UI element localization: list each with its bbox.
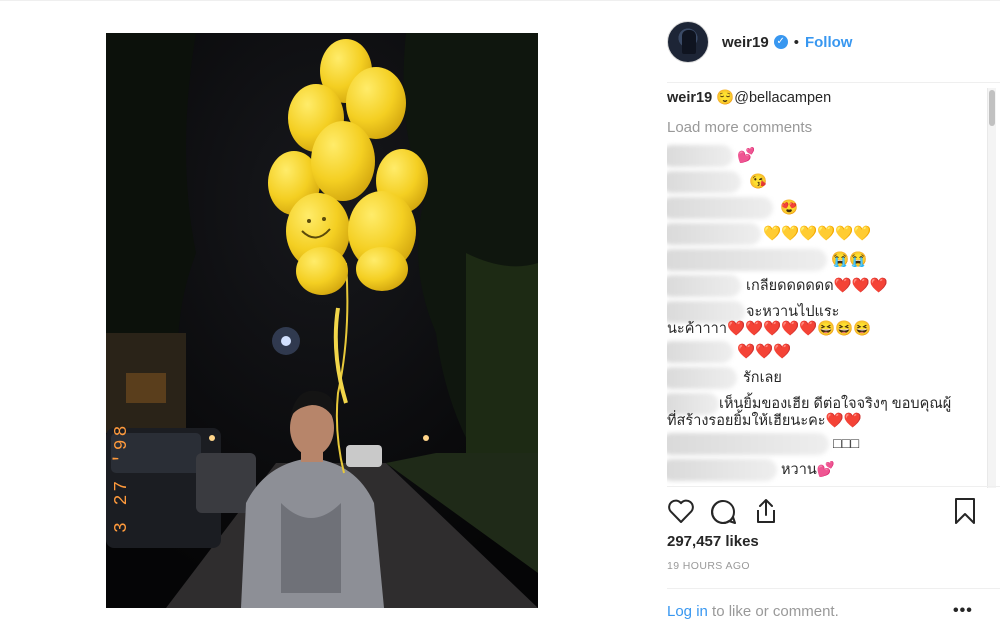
photo-date-stamp: 3 27 '98 <box>112 423 132 533</box>
separator-dot: • <box>793 33 799 51</box>
comment-row: หวาน💕 <box>667 457 985 483</box>
comment-text: นะค้าาาา❤️❤️❤️❤️❤️😆😆😆 <box>667 321 872 337</box>
divider <box>667 82 1000 83</box>
blurred-username <box>667 223 761 245</box>
comment-text: 😍 <box>780 200 799 216</box>
login-prompt-text: to like or comment. <box>707 603 839 620</box>
bookmark-icon[interactable] <box>953 497 977 525</box>
action-bar <box>667 496 977 528</box>
caption-username[interactable]: weir19 <box>667 90 712 106</box>
comment-icon[interactable] <box>709 498 737 526</box>
comment-text: □□□ <box>833 436 860 452</box>
post-photo[interactable]: 3 27 '98 <box>106 33 538 608</box>
comment-row: □□□ <box>667 431 985 457</box>
divider <box>667 588 1000 589</box>
login-prompt: Log in to like or comment. <box>667 603 839 620</box>
verified-badge-icon: ✓ <box>773 35 788 49</box>
comment-text: 😭😭 <box>831 252 868 268</box>
comment-text: เกลียดดดดดด❤️❤️❤️ <box>746 278 888 294</box>
comment-text: รักเลย <box>743 370 782 386</box>
comment-row: 💕 <box>667 143 985 169</box>
heart-icon[interactable] <box>667 498 695 524</box>
comment-row: เกลียดดดดดด❤️❤️❤️ <box>667 273 985 299</box>
caption: weir19 😌@bellacampen <box>667 89 985 107</box>
blurred-username <box>667 367 737 389</box>
blurred-username <box>667 341 733 363</box>
avatar[interactable] <box>667 21 709 63</box>
blurred-username <box>667 171 741 193</box>
blurred-username <box>667 459 777 481</box>
comment-row: 😍 <box>667 195 985 221</box>
comments-list[interactable]: weir19 😌@bellacampen Load more comments … <box>667 88 985 486</box>
blurred-username <box>667 433 829 455</box>
load-more-comments-button[interactable]: Load more comments <box>667 119 985 137</box>
blurred-username <box>667 197 773 219</box>
caption-text: 😌@bellacampen <box>716 90 832 106</box>
comment-row: 💛💛💛💛💛💛 <box>667 221 985 247</box>
comment-row: รักเลย <box>667 365 985 391</box>
post-timestamp[interactable]: 19 HOURS AGO <box>667 560 750 572</box>
blurred-username <box>667 145 733 167</box>
comment-text: ❤️❤️❤️ <box>737 344 792 360</box>
comment-row: 😭😭 <box>667 247 985 273</box>
follow-button[interactable]: Follow <box>805 34 853 51</box>
blurred-username <box>667 275 741 297</box>
comment-text: ที่สร้างรอยยิ้มให้เฮียนะคะ❤️❤️ <box>667 413 862 429</box>
comment-text: 😘 <box>749 174 768 190</box>
comment-text: หวาน💕 <box>781 462 835 478</box>
photo-illustration: 3 27 '98 <box>106 33 538 608</box>
comment-row: 😘 <box>667 169 985 195</box>
comment-text: 💕 <box>737 148 756 164</box>
post-header: weir19 ✓ • Follow <box>667 20 987 64</box>
more-options-button[interactable]: ••• <box>953 602 973 620</box>
comment-row-continued: ที่สร้างรอยยิ้มให้เฮียนะคะ❤️❤️ <box>667 411 985 431</box>
divider <box>667 486 1000 487</box>
share-icon[interactable] <box>753 497 779 525</box>
comments-scrollbar[interactable] <box>987 88 996 488</box>
header-username[interactable]: weir19 <box>722 34 769 51</box>
comment-text: 💛💛💛💛💛💛 <box>763 226 872 242</box>
comment-row: ❤️❤️❤️ <box>667 339 985 365</box>
comment-row-continued: นะค้าาาา❤️❤️❤️❤️❤️😆😆😆 <box>667 319 985 339</box>
login-link[interactable]: Log in <box>667 603 708 620</box>
scrollbar-thumb[interactable] <box>989 90 995 126</box>
likes-count[interactable]: 297,457 likes <box>667 533 759 550</box>
blurred-username <box>667 249 827 271</box>
